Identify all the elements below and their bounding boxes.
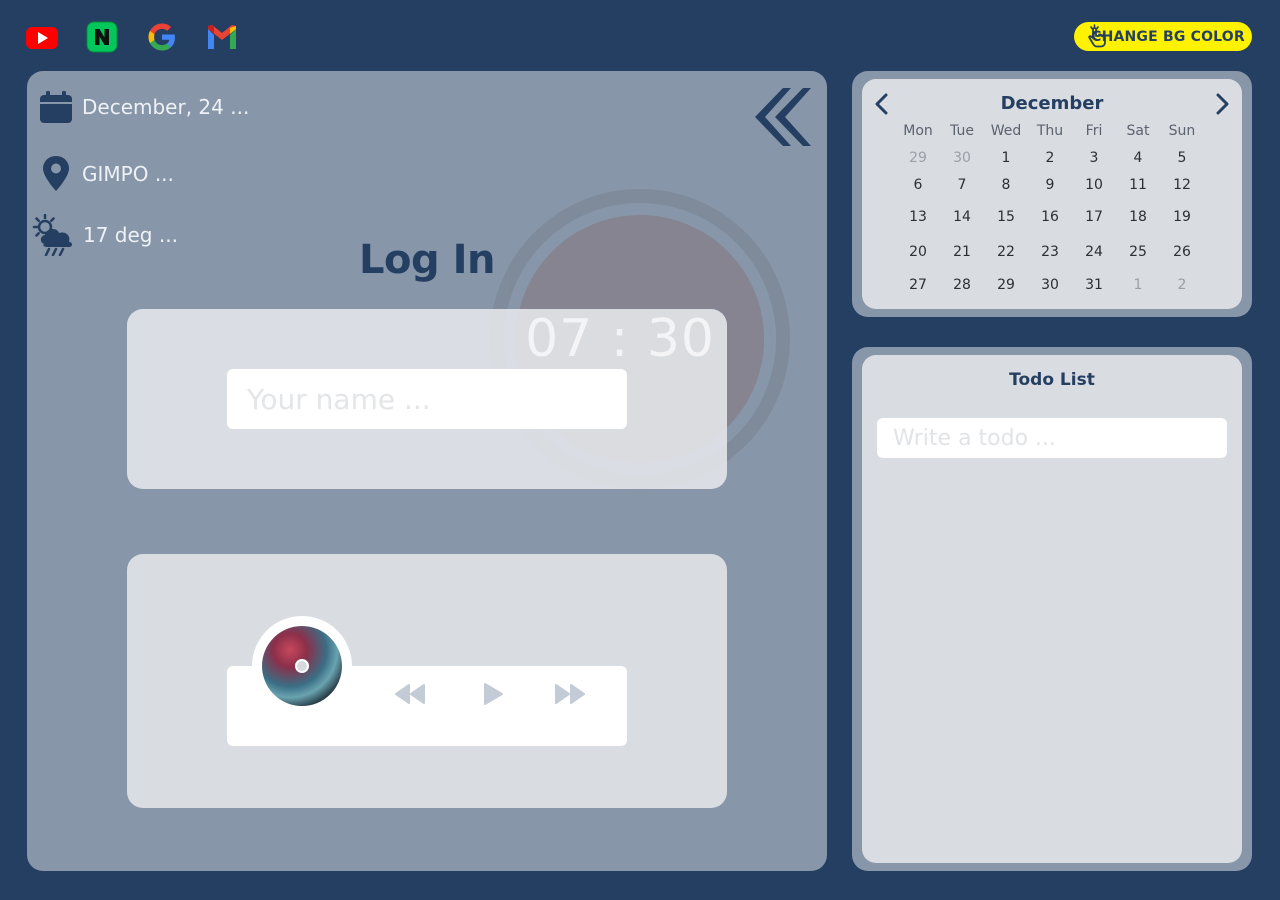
change-bg-color-button[interactable]: CHANGE BG COLOR	[1074, 22, 1252, 51]
location-text: GIMPO ...	[82, 162, 174, 186]
weekday-label: Tue	[950, 123, 974, 139]
calendar-day[interactable]: 16	[1028, 209, 1072, 225]
calendar-day[interactable]: 6	[896, 177, 940, 193]
weekday-label: Fri	[1085, 123, 1103, 139]
login-card: 07 : 30	[127, 309, 727, 489]
todo-panel: Todo List	[852, 347, 1252, 871]
calendar-day[interactable]: 18	[1116, 209, 1160, 225]
weekday-header: Mon Tue Wed Thu Fri Sat Sun	[896, 123, 1236, 139]
calendar-day[interactable]: 15	[984, 209, 1028, 225]
weekday-label: Sat	[1126, 123, 1150, 139]
calendar-day[interactable]: 8	[984, 177, 1028, 193]
album-art	[262, 626, 342, 706]
calendar-week: 13 14 15 16 17 18 19	[896, 209, 1236, 225]
hand-pointer-icon	[1088, 24, 1106, 48]
clock-time: 07 : 30	[525, 309, 715, 369]
calendar-day[interactable]: 29	[984, 277, 1028, 293]
weekday-label: Mon	[903, 123, 933, 139]
date-row: December, 24 ...	[36, 87, 249, 127]
calendar-day[interactable]: 23	[1028, 244, 1072, 260]
todo-input[interactable]	[877, 418, 1227, 458]
calendar-day[interactable]: 28	[940, 277, 984, 293]
location-row: GIMPO ...	[36, 154, 174, 194]
calendar-day[interactable]: 5	[1160, 150, 1204, 166]
calendar-day[interactable]: 31	[1072, 277, 1116, 293]
calendar: December Mon Tue Wed Thu Fri Sat Sun 29 …	[862, 79, 1242, 309]
calendar-day[interactable]: 2	[1160, 277, 1204, 293]
login-title: Log In	[359, 237, 495, 283]
chevron-right-icon[interactable]	[1212, 93, 1232, 115]
calendar-day[interactable]: 12	[1160, 177, 1204, 193]
calendar-panel: December Mon Tue Wed Thu Fri Sat Sun 29 …	[852, 71, 1252, 317]
gmail-link[interactable]	[205, 21, 239, 53]
play-icon[interactable]	[482, 681, 504, 707]
music-player-card	[127, 554, 727, 808]
calendar-day[interactable]: 30	[940, 150, 984, 166]
date-text: December, 24 ...	[82, 95, 250, 119]
calendar-day[interactable]: 1	[984, 150, 1028, 166]
calendar-day[interactable]: 4	[1116, 150, 1160, 166]
calendar-day[interactable]: 17	[1072, 209, 1116, 225]
weekday-label: Wed	[990, 123, 1022, 139]
calendar-day[interactable]: 24	[1072, 244, 1116, 260]
change-bg-color-label: CHANGE BG COLOR	[1091, 28, 1245, 45]
calendar-day[interactable]: 1	[1116, 277, 1160, 293]
todo-list: Todo List	[862, 355, 1242, 863]
calendar-week: 6 7 8 9 10 11 12	[896, 177, 1236, 193]
album-disc	[252, 616, 352, 716]
calendar-day[interactable]: 14	[940, 209, 984, 225]
calendar-day[interactable]: 21	[940, 244, 984, 260]
youtube-link[interactable]	[24, 21, 58, 53]
map-pin-icon	[36, 154, 76, 194]
rewind-icon[interactable]	[395, 681, 425, 707]
calendar-day[interactable]: 10	[1072, 177, 1116, 193]
gmail-icon	[208, 25, 236, 49]
calendar-week: 29 30 1 2 3 4 5	[896, 150, 1236, 166]
fast-forward-icon[interactable]	[555, 681, 585, 707]
naver-link[interactable]	[85, 21, 119, 53]
weekday-label: Sun	[1168, 123, 1196, 139]
main-panel: December, 24 ... GIMPO ... 17 deg ... Lo…	[27, 71, 827, 871]
calendar-day[interactable]: 9	[1028, 177, 1072, 193]
calendar-day[interactable]: 7	[940, 177, 984, 193]
calendar-day[interactable]: 26	[1160, 244, 1204, 260]
calendar-day[interactable]: 25	[1116, 244, 1160, 260]
calendar-day[interactable]: 11	[1116, 177, 1160, 193]
naver-icon	[86, 21, 118, 53]
calendar-day[interactable]: 22	[984, 244, 1028, 260]
todo-title: Todo List	[1009, 370, 1095, 390]
calendar-icon	[36, 87, 76, 127]
google-icon	[148, 23, 175, 51]
calendar-day[interactable]: 27	[896, 277, 940, 293]
google-link[interactable]	[145, 21, 179, 53]
double-chevron-left-icon[interactable]	[753, 86, 811, 148]
calendar-day[interactable]: 20	[896, 244, 940, 260]
disc-hole	[295, 659, 309, 673]
calendar-day[interactable]: 3	[1072, 150, 1116, 166]
calendar-day[interactable]: 2	[1028, 150, 1072, 166]
weekday-label: Thu	[1036, 123, 1064, 139]
youtube-icon	[26, 27, 58, 49]
calendar-month: December	[1000, 93, 1104, 114]
calendar-day[interactable]: 13	[896, 209, 940, 225]
calendar-week: 20 21 22 23 24 25 26	[896, 244, 1236, 260]
calendar-day[interactable]: 19	[1160, 209, 1204, 225]
calendar-day[interactable]: 30	[1028, 277, 1072, 293]
name-input[interactable]	[227, 369, 627, 429]
calendar-week: 27 28 29 30 31 1 2	[896, 277, 1236, 293]
calendar-day[interactable]: 29	[896, 150, 940, 166]
